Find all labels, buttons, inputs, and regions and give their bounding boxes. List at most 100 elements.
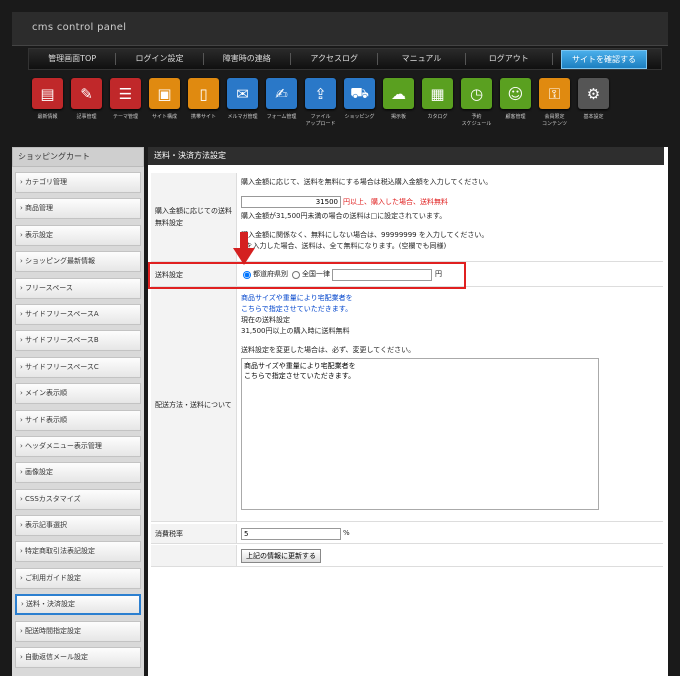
sidebar-item[interactable]: › 画像設定 bbox=[15, 462, 141, 484]
sidebar-item[interactable]: › サイドフリースペースB bbox=[15, 330, 141, 352]
free-shipping-note1: 購入金額に関係なく、無料にしない場合は、99999999 を入力してください。 bbox=[241, 231, 489, 239]
module-shopping[interactable]: ⛟ ショッピング bbox=[340, 78, 379, 138]
module-news[interactable]: ▤ 最新情報 bbox=[28, 78, 67, 138]
sidebar-item-label: 表示設定 bbox=[25, 230, 54, 239]
sidebar-menu: › カテゴリ管理 › 商品管理 › 表示設定 › ショッピング最新情報 › フリースペー… bbox=[12, 167, 144, 669]
nav-manual[interactable]: マニュアル bbox=[378, 53, 466, 65]
module-label: 顧客管理 bbox=[505, 114, 526, 120]
sidebar-item[interactable]: › ヘッダメニュー表示管理 bbox=[15, 435, 141, 457]
free-shipping-row: 購入金額に応じての送料無料設定 購入金額に応じて、送料を無料にする場合は税込購入… bbox=[151, 173, 663, 262]
sidebar-item[interactable]: › 配送時間指定設定 bbox=[15, 620, 141, 642]
free-shipping-label: 購入金額に応じての送料無料設定 bbox=[151, 173, 237, 261]
sidebar-item-label: フリースペース bbox=[25, 283, 73, 292]
free-shipping-amount-input[interactable] bbox=[241, 196, 341, 208]
sidebar-item[interactable]: › ショッピング最新情報 bbox=[15, 251, 141, 273]
module-label: メルマガ管理 bbox=[227, 114, 258, 120]
sidebar-item-label: サイドフリースペースC bbox=[25, 362, 99, 371]
module-theme[interactable]: ☰ テーマ管理 bbox=[106, 78, 145, 138]
shipping-description-textarea[interactable] bbox=[241, 358, 599, 510]
sidebar-item[interactable]: › メイン表示順 bbox=[15, 383, 141, 405]
sidebar-item[interactable]: › 送料・決済設定 bbox=[15, 594, 141, 616]
nav-admin-top[interactable]: 管理画面TOP bbox=[29, 53, 117, 65]
sidebar-item[interactable]: › 商品管理 bbox=[15, 198, 141, 220]
module-label: フォーム管理 bbox=[266, 114, 297, 120]
sidebar-item[interactable]: › ご利用ガイド設定 bbox=[15, 567, 141, 589]
nav-login-settings[interactable]: ログイン設定 bbox=[116, 53, 204, 65]
module-icon-bar: ▤ 最新情報 ✎ 記事管理 ☰ テーマ管理 ▣ サイト構成 ▯ 携帯サイト ✉ メルマガ管理 ✍ フォーム… bbox=[28, 78, 628, 138]
shopping-icon: ⛟ bbox=[344, 78, 375, 109]
member-icon: ⚿ bbox=[539, 78, 570, 109]
sidebar-item[interactable]: › 自動返信メール設定 bbox=[15, 647, 141, 669]
tax-unit: % bbox=[343, 529, 350, 537]
module-mail-magazine[interactable]: ✉ メルマガ管理 bbox=[223, 78, 262, 138]
section-title: 送料・決済方法設定 bbox=[148, 147, 664, 165]
sidebar-item-label: サイドフリースペースA bbox=[25, 309, 99, 318]
module-form[interactable]: ✍ フォーム管理 bbox=[262, 78, 301, 138]
mail-magazine-icon: ✉ bbox=[227, 78, 258, 109]
sidebar-item[interactable]: › 表示設定 bbox=[15, 224, 141, 246]
sidebar-item[interactable]: › フリースペース bbox=[15, 277, 141, 299]
module-label: サイト構成 bbox=[151, 114, 177, 120]
module-site-structure[interactable]: ▣ サイト構成 bbox=[145, 78, 184, 138]
module-bbs[interactable]: ☁ 掲示板 bbox=[379, 78, 418, 138]
module-schedule[interactable]: ◷ 予約 スケジュール bbox=[457, 78, 496, 138]
submit-row: 上記の情報に更新する bbox=[151, 545, 663, 567]
sidebar-item[interactable]: › 表示記事選択 bbox=[15, 515, 141, 537]
file-upload-icon: ⇪ bbox=[305, 78, 336, 109]
sidebar-item-label: サイド表示順 bbox=[25, 415, 68, 424]
tax-rate-input[interactable] bbox=[241, 527, 341, 540]
main-content: 送料・決済方法設定 購入金額に応じての送料無料設定 購入金額に応じて、送料を無料… bbox=[148, 147, 668, 676]
module-customer[interactable]: ☺ 顧客管理 bbox=[496, 78, 535, 138]
sidebar-item-label: ヘッダメニュー表示管理 bbox=[25, 441, 102, 450]
update-button[interactable]: 上記の情報に更新する bbox=[241, 548, 321, 563]
module-mobile-site[interactable]: ▯ 携帯サイト bbox=[184, 78, 223, 138]
free-shipping-unit-note: 円以上、購入した場合、送料無料 bbox=[343, 197, 448, 206]
module-label: ショッピング bbox=[344, 114, 375, 120]
bbs-icon: ☁ bbox=[383, 78, 414, 109]
module-article[interactable]: ✎ 記事管理 bbox=[67, 78, 106, 138]
nav-access-log[interactable]: アクセスログ bbox=[291, 53, 379, 65]
module-label: 会員限定 コンテンツ bbox=[541, 114, 567, 127]
method-line1: 商品サイズや重量により宅配業者を bbox=[241, 294, 353, 302]
sidebar-item[interactable]: › サイド表示順 bbox=[15, 409, 141, 431]
nav-logout[interactable]: ログアウト bbox=[466, 53, 553, 65]
module-label: 基本設定 bbox=[583, 114, 604, 120]
sidebar-item[interactable]: › 特定商取引法表記設定 bbox=[15, 541, 141, 563]
change-instruction: 送料設定を変更した場合は、必ず、変更してください。 bbox=[241, 346, 416, 354]
current-shipping-value: 31,500円以上の購入時に送料無料 bbox=[241, 327, 350, 335]
submit-row-label bbox=[151, 545, 237, 566]
sidebar-item[interactable]: › カテゴリ管理 bbox=[15, 172, 141, 193]
sidebar-item[interactable]: › CSSカスタマイズ bbox=[15, 488, 141, 510]
tax-row: 消費税率 % bbox=[151, 524, 663, 544]
module-member[interactable]: ⚿ 会員限定 コンテンツ bbox=[535, 78, 574, 138]
top-header: cms control panel bbox=[12, 12, 668, 46]
free-shipping-note2: 0を入力した場合、送料は、全て無料になります。(空欄でも同様) bbox=[241, 242, 447, 250]
shipping-method-row: 配送方法・送料について 商品サイズや重量により宅配業者を こちらで指定させていた… bbox=[151, 289, 663, 522]
catalog-icon: ▦ bbox=[422, 78, 453, 109]
sidebar: ショッピングカート › カテゴリ管理 › 商品管理 › 表示設定 › ショッピング最新… bbox=[12, 147, 144, 676]
red-arrow-icon bbox=[233, 232, 255, 265]
sidebar-item-label: 送料・決済設定 bbox=[26, 600, 76, 609]
sidebar-item-label: 商品管理 bbox=[25, 204, 54, 213]
nav-failure-contact[interactable]: 障害時の連絡 bbox=[204, 53, 291, 65]
form-icon: ✍ bbox=[266, 78, 297, 109]
sidebar-item-label: カテゴリ管理 bbox=[25, 178, 68, 186]
sidebar-item[interactable]: › サイドフリースペースC bbox=[15, 356, 141, 378]
sidebar-item-label: サイドフリースペースB bbox=[25, 336, 99, 345]
sidebar-item-label: メイン表示順 bbox=[25, 389, 68, 398]
theme-icon: ☰ bbox=[110, 78, 141, 109]
module-file-upload[interactable]: ⇪ ファイル アップロード bbox=[301, 78, 340, 138]
module-catalog[interactable]: ▦ カタログ bbox=[418, 78, 457, 138]
article-icon: ✎ bbox=[71, 78, 102, 109]
module-label: 予約 スケジュール bbox=[461, 114, 492, 127]
view-site-button[interactable]: サイトを確認する bbox=[560, 49, 647, 69]
brand-title: cms control panel bbox=[32, 22, 127, 33]
schedule-icon: ◷ bbox=[461, 78, 492, 109]
sidebar-item-label: 表示記事選択 bbox=[25, 521, 68, 530]
mobile-site-icon: ▯ bbox=[188, 78, 219, 109]
sidebar-item[interactable]: › サイドフリースペースA bbox=[15, 303, 141, 325]
current-shipping-label: 現在の送料設定 bbox=[241, 316, 290, 324]
module-basic-settings[interactable]: ⚙ 基本設定 bbox=[574, 78, 613, 138]
site-structure-icon: ▣ bbox=[149, 78, 180, 109]
sidebar-item-label: CSSカスタマイズ bbox=[25, 494, 81, 503]
